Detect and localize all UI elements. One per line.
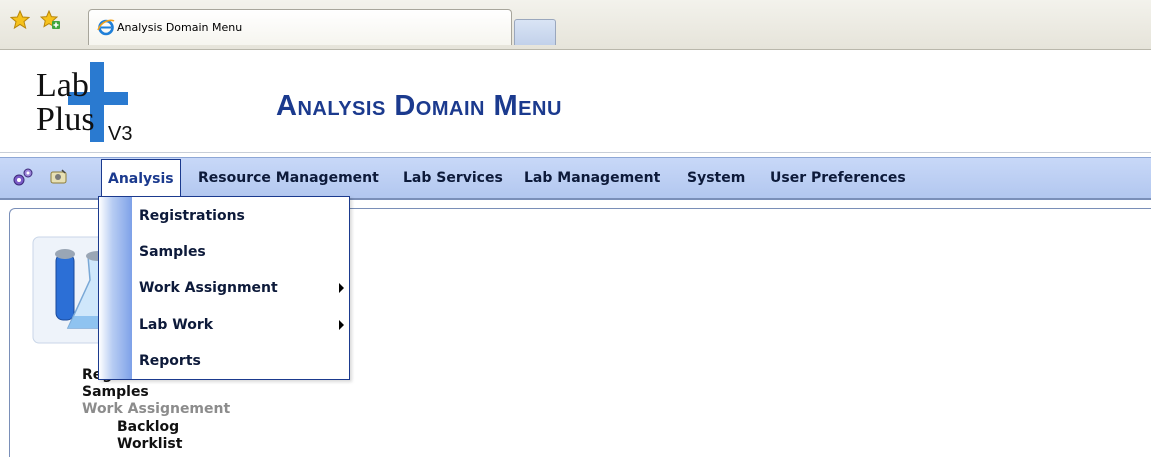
menu-lab-services[interactable]: Lab Services [397, 158, 509, 199]
svg-text:Plus: Plus [36, 101, 95, 138]
dropdown-item-reports[interactable]: Reports [132, 343, 349, 379]
menu-user-preferences[interactable]: User Preferences [764, 158, 912, 199]
tree-item-worklist[interactable]: Worklist [117, 436, 182, 453]
add-favorites-icon[interactable] [40, 10, 60, 30]
internet-explorer-icon [97, 18, 115, 36]
menu-system[interactable]: System [681, 158, 751, 199]
settings-user-icon[interactable] [48, 167, 70, 189]
analysis-dropdown-menu: Registrations Samples Work Assignment La… [98, 196, 350, 380]
menu-analysis[interactable]: Analysis [101, 159, 181, 199]
gears-icon[interactable] [12, 167, 34, 189]
dropdown-item-registrations[interactable]: Registrations [132, 198, 349, 234]
page-title: Analysis Domain Menu [276, 90, 562, 122]
main-menu-bar: Analysis Resource Management Lab Service… [0, 157, 1151, 200]
browser-chrome: Analysis Domain Menu [0, 0, 1151, 50]
tree-item-work-assignement: Work Assignement [82, 401, 231, 417]
dropdown-item-work-assignment[interactable]: Work Assignment [132, 270, 349, 306]
tree-item-samples[interactable]: Samples [82, 384, 149, 401]
labplus-logo: Lab Plus V3 [32, 60, 156, 146]
page-header: Lab Plus V3 Analysis Domain Menu [0, 50, 1151, 153]
dropdown-item-samples[interactable]: Samples [132, 234, 349, 270]
svg-text:Lab: Lab [36, 67, 89, 104]
svg-text:V3: V3 [108, 123, 132, 145]
submenu-arrow-icon [339, 320, 344, 330]
submenu-arrow-icon [339, 283, 344, 293]
tab-title: Analysis Domain Menu [117, 21, 243, 34]
new-tab-button[interactable] [514, 19, 556, 45]
dropdown-rail [99, 197, 132, 379]
tab-analysis-domain-menu[interactable]: Analysis Domain Menu [88, 9, 512, 45]
menu-lab-management[interactable]: Lab Management [518, 158, 666, 199]
menu-resource-management[interactable]: Resource Management [192, 158, 385, 199]
favorites-star-icon[interactable] [10, 10, 30, 30]
dropdown-item-lab-work[interactable]: Lab Work [132, 307, 349, 343]
tree-item-backlog[interactable]: Backlog [117, 419, 179, 436]
